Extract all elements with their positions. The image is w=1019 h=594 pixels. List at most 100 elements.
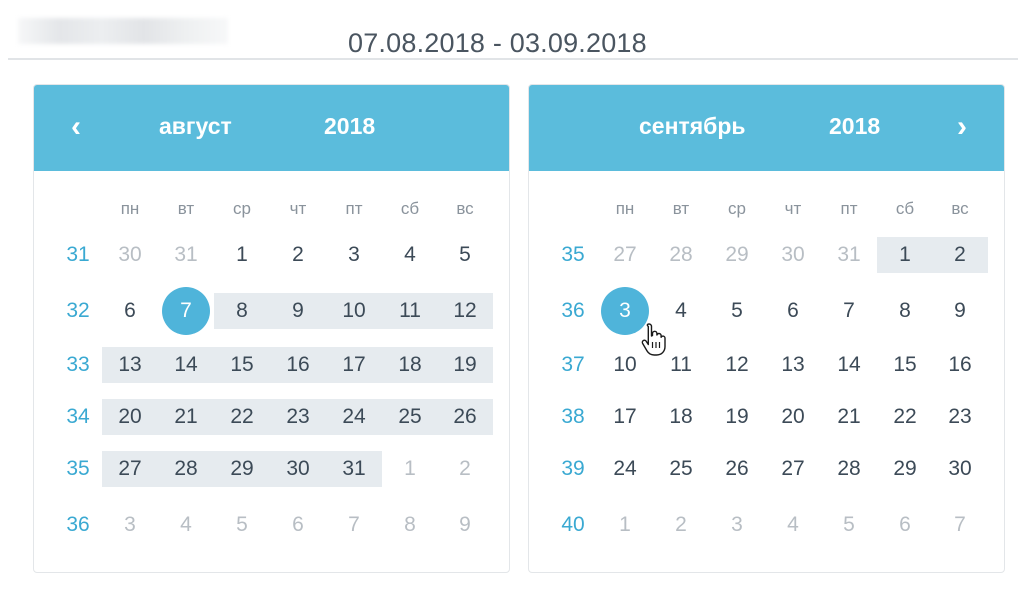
day-cell-other-month[interactable]: 29 xyxy=(709,237,765,273)
day-cell-other-month[interactable]: 7 xyxy=(326,507,382,543)
day-cell[interactable]: 27 xyxy=(765,451,821,487)
day-cell-other-month[interactable]: 3 xyxy=(709,507,765,543)
day-cell[interactable]: 4 xyxy=(382,237,438,273)
day-cell[interactable]: 17 xyxy=(597,399,653,435)
week-number[interactable]: 32 xyxy=(58,293,98,329)
day-cell[interactable]: 19 xyxy=(437,347,493,383)
day-cell[interactable]: 5 xyxy=(709,293,765,329)
day-cell[interactable]: 9 xyxy=(270,293,326,329)
day-cell-other-month[interactable]: 30 xyxy=(102,237,158,273)
day-cell[interactable]: 21 xyxy=(158,399,214,435)
month-label[interactable]: сентябрь xyxy=(639,113,746,140)
day-cell[interactable]: 22 xyxy=(214,399,270,435)
day-cell[interactable]: 29 xyxy=(214,451,270,487)
week-number[interactable]: 40 xyxy=(553,507,593,543)
day-cell[interactable]: 1 xyxy=(214,237,270,273)
day-cell[interactable]: 21 xyxy=(821,399,877,435)
selected-day[interactable]: 7 xyxy=(158,287,214,335)
week-number[interactable]: 37 xyxy=(553,347,593,383)
week-number[interactable]: 35 xyxy=(553,237,593,273)
day-cell[interactable]: 12 xyxy=(709,347,765,383)
day-cell[interactable]: 14 xyxy=(158,347,214,383)
day-cell-other-month[interactable]: 5 xyxy=(821,507,877,543)
day-cell[interactable]: 23 xyxy=(270,399,326,435)
day-cell-other-month[interactable]: 28 xyxy=(653,237,709,273)
day-cell[interactable]: 5 xyxy=(437,237,493,273)
week-number[interactable]: 36 xyxy=(553,293,593,329)
day-cell[interactable]: 1 xyxy=(877,237,933,273)
day-cell-other-month[interactable]: 27 xyxy=(597,237,653,273)
day-cell[interactable]: 8 xyxy=(877,293,933,329)
day-cell[interactable]: 28 xyxy=(821,451,877,487)
day-cell[interactable]: 6 xyxy=(765,293,821,329)
day-cell[interactable]: 23 xyxy=(932,399,988,435)
day-cell-other-month[interactable]: 2 xyxy=(437,451,493,487)
day-cell-other-month[interactable]: 7 xyxy=(932,507,988,543)
day-cell[interactable]: 2 xyxy=(932,237,988,273)
day-cell[interactable]: 18 xyxy=(382,347,438,383)
year-label[interactable]: 2018 xyxy=(829,113,880,140)
day-cell[interactable]: 27 xyxy=(102,451,158,487)
week-number[interactable]: 38 xyxy=(553,399,593,435)
day-cell[interactable]: 7 xyxy=(821,293,877,329)
month-label[interactable]: август xyxy=(159,113,232,140)
day-cell[interactable]: 16 xyxy=(270,347,326,383)
day-cell[interactable]: 12 xyxy=(437,293,493,329)
day-cell[interactable]: 25 xyxy=(653,451,709,487)
week-number[interactable]: 35 xyxy=(58,451,98,487)
day-cell-other-month[interactable]: 1 xyxy=(597,507,653,543)
day-cell[interactable]: 17 xyxy=(326,347,382,383)
day-cell[interactable]: 8 xyxy=(214,293,270,329)
day-cell[interactable]: 6 xyxy=(102,293,158,329)
day-cell[interactable]: 13 xyxy=(102,347,158,383)
day-cell[interactable]: 24 xyxy=(326,399,382,435)
day-cell[interactable]: 16 xyxy=(932,347,988,383)
week-number[interactable]: 31 xyxy=(58,237,98,273)
day-cell[interactable]: 31 xyxy=(326,451,382,487)
day-cell[interactable]: 24 xyxy=(597,451,653,487)
day-cell-other-month[interactable]: 30 xyxy=(765,237,821,273)
day-cell[interactable]: 19 xyxy=(709,399,765,435)
day-cell[interactable]: 30 xyxy=(270,451,326,487)
day-cell[interactable]: 22 xyxy=(877,399,933,435)
day-cell[interactable]: 10 xyxy=(326,293,382,329)
day-cell-other-month[interactable]: 6 xyxy=(270,507,326,543)
day-cell[interactable]: 13 xyxy=(765,347,821,383)
day-cell-other-month[interactable]: 4 xyxy=(158,507,214,543)
week-number[interactable]: 39 xyxy=(553,451,593,487)
day-cell[interactable]: 14 xyxy=(821,347,877,383)
date-range-value[interactable]: 07.08.2018 - 03.09.2018 xyxy=(348,28,647,59)
day-cell[interactable]: 29 xyxy=(877,451,933,487)
day-cell-other-month[interactable]: 6 xyxy=(877,507,933,543)
day-cell[interactable]: 15 xyxy=(877,347,933,383)
day-cell-other-month[interactable]: 31 xyxy=(821,237,877,273)
day-cell[interactable]: 18 xyxy=(653,399,709,435)
day-cell[interactable]: 25 xyxy=(382,399,438,435)
week-number[interactable]: 33 xyxy=(58,347,98,383)
day-cell[interactable]: 2 xyxy=(270,237,326,273)
day-cell[interactable]: 9 xyxy=(932,293,988,329)
day-cell[interactable]: 28 xyxy=(158,451,214,487)
week-number[interactable]: 34 xyxy=(58,399,98,435)
chevron-right-icon[interactable]: › xyxy=(947,109,977,145)
date-range-field[interactable]: 07.08.2018 - 03.09.2018 xyxy=(8,10,1018,60)
day-cell-other-month[interactable]: 2 xyxy=(653,507,709,543)
year-label[interactable]: 2018 xyxy=(324,113,375,140)
day-cell-other-month[interactable]: 4 xyxy=(765,507,821,543)
day-cell[interactable]: 15 xyxy=(214,347,270,383)
week-number[interactable]: 36 xyxy=(58,507,98,543)
day-cell[interactable]: 11 xyxy=(382,293,438,329)
day-cell[interactable]: 20 xyxy=(102,399,158,435)
chevron-left-icon[interactable]: ‹ xyxy=(61,109,91,145)
day-cell-other-month[interactable]: 1 xyxy=(382,451,438,487)
day-cell-other-month[interactable]: 5 xyxy=(214,507,270,543)
day-cell-other-month[interactable]: 3 xyxy=(102,507,158,543)
day-cell[interactable]: 20 xyxy=(765,399,821,435)
day-cell-other-month[interactable]: 8 xyxy=(382,507,438,543)
day-cell[interactable]: 26 xyxy=(437,399,493,435)
day-cell-other-month[interactable]: 9 xyxy=(437,507,493,543)
day-cell[interactable]: 3 xyxy=(326,237,382,273)
day-cell-other-month[interactable]: 31 xyxy=(158,237,214,273)
day-cell[interactable]: 30 xyxy=(932,451,988,487)
day-cell[interactable]: 26 xyxy=(709,451,765,487)
